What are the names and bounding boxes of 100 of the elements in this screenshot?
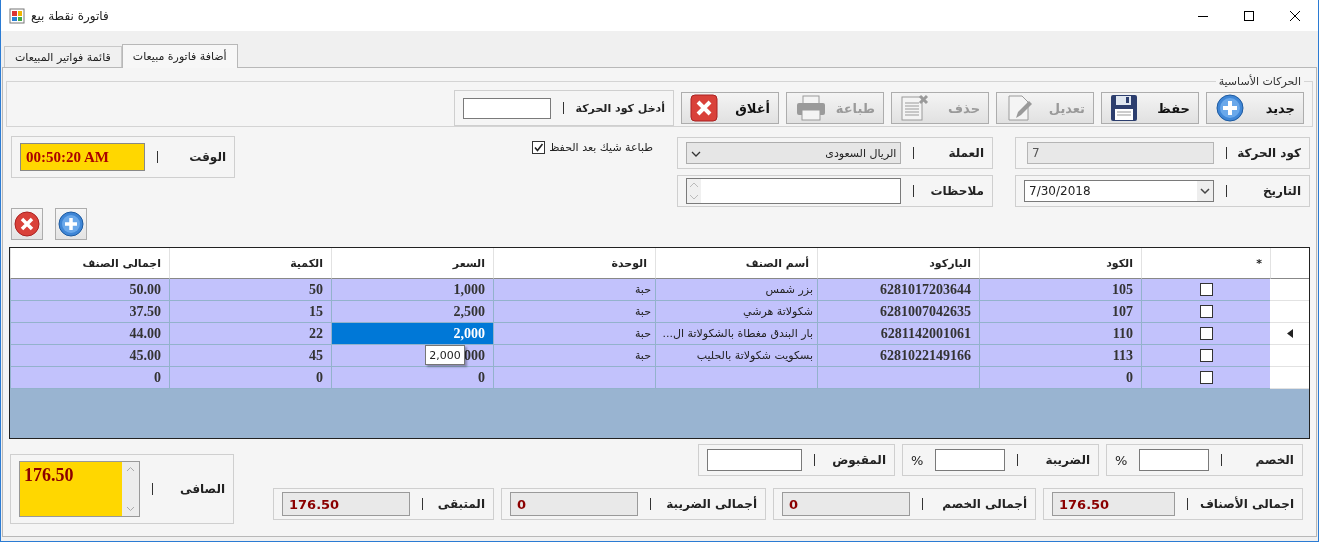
table-cell[interactable]: 6281142001061 — [817, 323, 979, 345]
table-cell[interactable]: 44.00 — [10, 323, 169, 345]
field-label: الصافى — [179, 482, 225, 496]
field-label: اجمالى الأصناف — [1199, 497, 1294, 511]
field-label: المتبقى — [436, 497, 485, 511]
table-cell[interactable]: بسكويت شكولاتة بالحليب — [655, 345, 817, 367]
field-label: الخصم — [1254, 453, 1294, 467]
table-cell[interactable] — [817, 367, 979, 389]
total-value: 176.50 — [282, 492, 410, 516]
total-value: 0 — [782, 492, 910, 516]
table-cell[interactable]: 6281007042635 — [817, 301, 979, 323]
table-cell[interactable]: 1,000 — [331, 279, 493, 301]
add-row-button[interactable] — [55, 208, 87, 240]
table-cell[interactable] — [493, 367, 655, 389]
column-header: أسم الصنف — [655, 248, 817, 279]
maximize-icon — [1244, 10, 1254, 21]
input-field[interactable] — [935, 449, 1006, 471]
window-title: فاتورة نقطة بيع — [31, 8, 109, 23]
time-field: 00:50:20 AM — [20, 143, 145, 171]
tooltip: 2,000 — [425, 345, 465, 365]
pencil-page-icon — [1005, 94, 1033, 122]
field-label: أدخل كود الحركة — [575, 101, 665, 115]
row-header[interactable] — [1270, 323, 1309, 345]
scrollbar-icon — [122, 462, 139, 516]
table-cell[interactable]: 37.50 — [10, 301, 169, 323]
table-cell[interactable]: 0 — [169, 367, 331, 389]
table-cell[interactable]: 6281022149166 — [817, 345, 979, 367]
input-field[interactable] — [463, 97, 551, 119]
row-pointer-icon — [1286, 329, 1293, 338]
table-cell[interactable] — [655, 367, 817, 389]
table-cell[interactable]: حبة — [493, 345, 655, 367]
field-label: كود الحركة — [1239, 146, 1301, 160]
x-circle-icon — [14, 211, 40, 237]
table-cell[interactable]: 113 — [979, 345, 1141, 367]
tab[interactable]: قائمة فواتير المبيعات — [4, 46, 122, 67]
table-cell[interactable]: 15 — [169, 301, 331, 323]
table-cell[interactable]: 0 — [331, 367, 493, 389]
column-header: الباركود — [817, 248, 979, 279]
checkbox[interactable] — [532, 141, 546, 154]
checkbox[interactable] — [1199, 349, 1213, 362]
total-value: 0 — [510, 492, 638, 516]
checkbox[interactable] — [1199, 305, 1213, 318]
date-value: 7/30/2018 — [1029, 184, 1091, 198]
notes-field[interactable] — [686, 178, 902, 204]
table-cell[interactable]: 50.00 — [10, 279, 169, 301]
table-cell[interactable]: حبة — [493, 323, 655, 345]
unit-label: % — [1115, 452, 1128, 468]
table-cell[interactable]: 45 — [169, 345, 331, 367]
plus-circle-icon — [58, 211, 84, 237]
column-header: الوحدة — [493, 248, 655, 279]
table-cell[interactable]: 22 — [169, 323, 331, 345]
close-icon — [1290, 10, 1300, 21]
table-cell[interactable]: بار البندق مغطاة بالشكولاتة ال... — [655, 323, 817, 345]
tab[interactable]: أضافة فاتورة مبيعات — [121, 44, 238, 68]
field-label: العملة — [947, 146, 984, 160]
table-cell[interactable]: 2,500 — [331, 301, 493, 323]
field-label: ملاحظات — [929, 184, 984, 198]
chevron-down-icon — [691, 150, 701, 157]
field-label: أجمالى الضريبة — [665, 497, 757, 511]
table-cell[interactable]: بزر شمس — [655, 279, 817, 301]
table-cell[interactable]: 0 — [979, 367, 1141, 389]
checkbox[interactable] — [1199, 327, 1213, 340]
field-label: أجمالى الخصم — [941, 497, 1027, 511]
table-cell[interactable]: 107 — [979, 301, 1141, 323]
input-field[interactable] — [707, 449, 802, 471]
close-button[interactable]: أغلاق — [681, 92, 779, 124]
printer-icon — [795, 94, 827, 122]
save-button[interactable]: حفظ — [1101, 92, 1199, 124]
column-header: الكمية — [169, 248, 331, 279]
currency-dropdown[interactable]: الريال السعودى — [686, 142, 902, 164]
table-cell[interactable]: 110 — [979, 323, 1141, 345]
spin-arrows-icon — [687, 179, 701, 203]
checkbox[interactable] — [1199, 371, 1213, 384]
table-cell[interactable]: 0 — [10, 367, 169, 389]
app-icon — [9, 7, 25, 24]
column-header: اجمالى الصنف — [10, 248, 169, 279]
code-field: 7 — [1027, 142, 1214, 164]
checkmark-icon — [533, 142, 545, 153]
checkbox[interactable] — [1199, 283, 1213, 296]
field-label: المقبوض — [831, 453, 886, 467]
field-label: التاريخ — [1261, 184, 1301, 198]
date-picker[interactable]: 7/30/2018 — [1024, 180, 1214, 202]
table-cell[interactable]: 50 — [169, 279, 331, 301]
field-label: الوقت — [188, 150, 226, 164]
input-field[interactable] — [1139, 449, 1210, 471]
new-button[interactable]: جديد — [1206, 92, 1304, 124]
table-cell[interactable]: 6281017203644 — [817, 279, 979, 301]
group-title: الحركات الأساسية — [1217, 75, 1302, 88]
remove-row-button[interactable] — [11, 208, 43, 240]
table-cell[interactable]: 2,000 — [331, 323, 493, 345]
table-cell[interactable]: شكولاتة هرشي — [655, 301, 817, 323]
table-cell[interactable]: 105 — [979, 279, 1141, 301]
unit-label: % — [911, 452, 924, 468]
checkbox-label: طباعة شيك بعد الحفظ — [549, 141, 653, 154]
column-header: * — [1141, 248, 1270, 279]
table-cell[interactable]: 45.00 — [10, 345, 169, 367]
table-cell[interactable]: حبة — [493, 279, 655, 301]
net-value: 176.50 — [23, 464, 75, 487]
row-header — [1270, 248, 1309, 279]
table-cell[interactable]: حبة — [493, 301, 655, 323]
